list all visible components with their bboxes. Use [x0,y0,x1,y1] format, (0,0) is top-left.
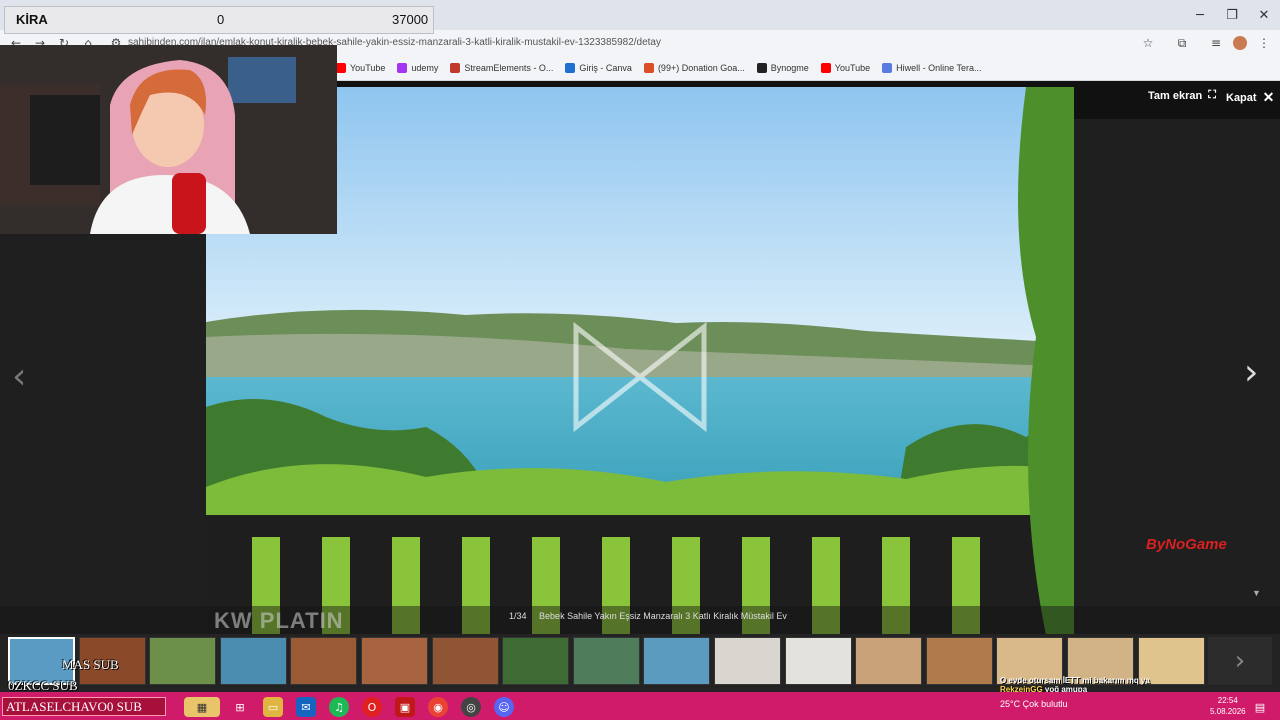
profile-avatar-icon[interactable] [1232,35,1248,51]
kw-watermark: KW PLATIN [214,608,344,633]
bookmark-star-icon[interactable]: ☆ [1140,35,1156,51]
bookmark-item[interactable]: Hiwell - Online Tera... [882,63,982,73]
bookmark-item[interactable]: StreamElements - O... [450,63,553,73]
bookmark-icon [336,63,346,73]
clock[interactable]: 22:54 5.08.2026 [1210,695,1246,717]
bookmark-icon [643,63,654,73]
bookmark-label: Bynogme [770,63,809,73]
discord-icon[interactable]: ☺ [494,697,514,717]
bookmark-icon [397,63,408,73]
close-icon: ✕ [1262,89,1275,105]
chat-text: O evde otursam İETT mi bakarım mq ya [1000,676,1150,685]
fullscreen-button[interactable]: Tam ekran ⛶ [1148,89,1216,102]
photo-thumbnail[interactable] [219,637,287,685]
bookmark-label: (99+) Donation Goa... [657,63,745,73]
chat-message: O evde otursam İETT mi bakarım mq ya [1000,676,1260,685]
bookmark-icon [756,63,767,73]
extensions-icon[interactable]: ⧉ [1174,35,1190,51]
photo-thumbnail[interactable] [502,637,570,685]
previous-photo-icon[interactable]: ‹ [12,356,26,397]
photo-counter: 1/34 [509,611,527,621]
reading-list-icon[interactable]: ≡ [1208,35,1224,51]
opera-icon[interactable]: O [362,697,382,717]
webcam-feed [0,45,337,234]
bookmark-item[interactable]: Bynogme [756,63,809,73]
notifications-icon[interactable]: ▤ [1250,697,1270,717]
sub-banner: ATLASELCHAVO0 SUB [2,697,166,716]
browser-menu-icon[interactable]: ⋮ [1256,35,1272,51]
bynogame-logo: ByNoGame [1146,536,1227,553]
clock-date: 5.08.2026 [1210,707,1246,716]
listing-title: Bebek Sahile Yakın Eşsiz Manzaralı 3 Kat… [539,611,787,621]
chrome-icon[interactable]: ◉ [428,697,448,717]
bookmark-list: YouTube udemy StreamElements - O... Giriş -… [336,56,982,80]
bookmark-item[interactable]: YouTube [336,63,385,73]
task-view-icon[interactable]: ⊞ [230,697,250,717]
bookmark-label: udemy [411,63,439,73]
file-explorer-icon[interactable]: ▭ [263,697,283,717]
rent-goal-max: 37000 [392,12,429,27]
close-window-icon[interactable]: ✕ [1248,0,1280,30]
streamer-image [0,45,337,234]
bookmark-item[interactable]: udemy [397,63,438,73]
bookmark-icon [565,63,576,73]
bookmark-item[interactable]: Giriş - Canva [565,63,632,73]
streamlabs-icon[interactable]: ▣ [395,697,415,717]
bookmark-label: StreamElements - O... [464,63,554,73]
bookmark-label: Hiwell - Online Tera... [896,63,982,73]
bookmark-item[interactable]: YouTube [820,63,871,73]
sub-alert-1: MAS SUB [62,657,119,672]
next-photo-icon[interactable]: › [1244,352,1258,393]
photo-thumbnail[interactable] [714,637,781,685]
bookmark-icon [450,63,461,73]
photo-thumbnail[interactable] [290,637,358,685]
close-gallery-button[interactable]: Kapat ✕ [1226,89,1274,106]
rent-goal-min: 0 [217,12,225,27]
photo-thumbnail[interactable] [784,637,852,685]
caret-down-icon[interactable]: ▼ [1252,588,1261,598]
photo-thumbnail[interactable] [431,637,499,685]
minimize-icon[interactable]: ─ [1184,0,1216,30]
photo-thumbnail[interactable] [643,637,711,685]
close-label: Kapat [1226,91,1257,104]
photo-thumbnail[interactable] [855,637,923,685]
rent-goal-label: KİRA [16,12,48,27]
window-controls: ─ ❐ ✕ [1184,0,1280,30]
photo-thumbnail[interactable] [361,637,428,685]
outlook-icon[interactable]: ✉ [296,697,316,717]
photo-thumbnail[interactable] [149,637,217,685]
bookmark-label: YouTube [834,63,871,73]
photo-thumbnail[interactable] [572,637,640,685]
fullscreen-icon: ⛶ [1208,89,1216,101]
arcade-sign-icon: ▦ [184,697,220,717]
fullscreen-label: Tam ekran [1148,89,1203,102]
bookmark-label: Giriş - Canva [579,63,632,73]
obs-icon[interactable]: ◎ [461,697,481,717]
bookmark-label: YouTube [350,63,386,73]
clock-time: 22:54 [1217,696,1238,705]
bookmark-icon [882,63,893,73]
photo-thumbnail[interactable] [925,637,993,685]
photo-caption: 1/34 Bebek Sahile Yakın Eşsiz Manzaralı … [509,611,787,621]
spotify-icon[interactable]: ♫ [329,697,349,717]
restore-icon[interactable]: ❐ [1216,0,1248,30]
weather-widget[interactable]: 25°C Çok bulutlu [1000,699,1068,709]
bookmark-icon [820,63,831,73]
bookmark-item[interactable]: (99+) Donation Goa... [643,63,745,73]
